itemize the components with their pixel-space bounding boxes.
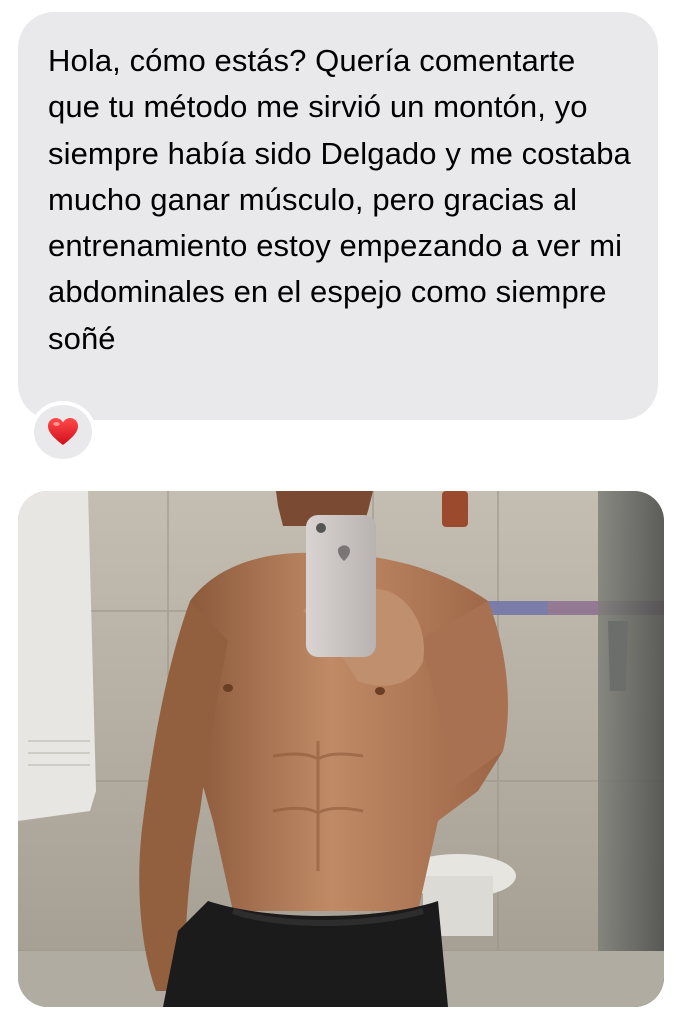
mirror-selfie-image — [18, 491, 664, 1007]
reaction-badge[interactable] — [30, 401, 96, 463]
message-text: Hola, cómo estás? Quería comentarte que … — [48, 43, 631, 356]
heart-icon — [48, 418, 78, 445]
message-bubble[interactable]: Hola, cómo estás? Quería comentarte que … — [18, 12, 658, 420]
photo-attachment[interactable] — [18, 491, 664, 1007]
